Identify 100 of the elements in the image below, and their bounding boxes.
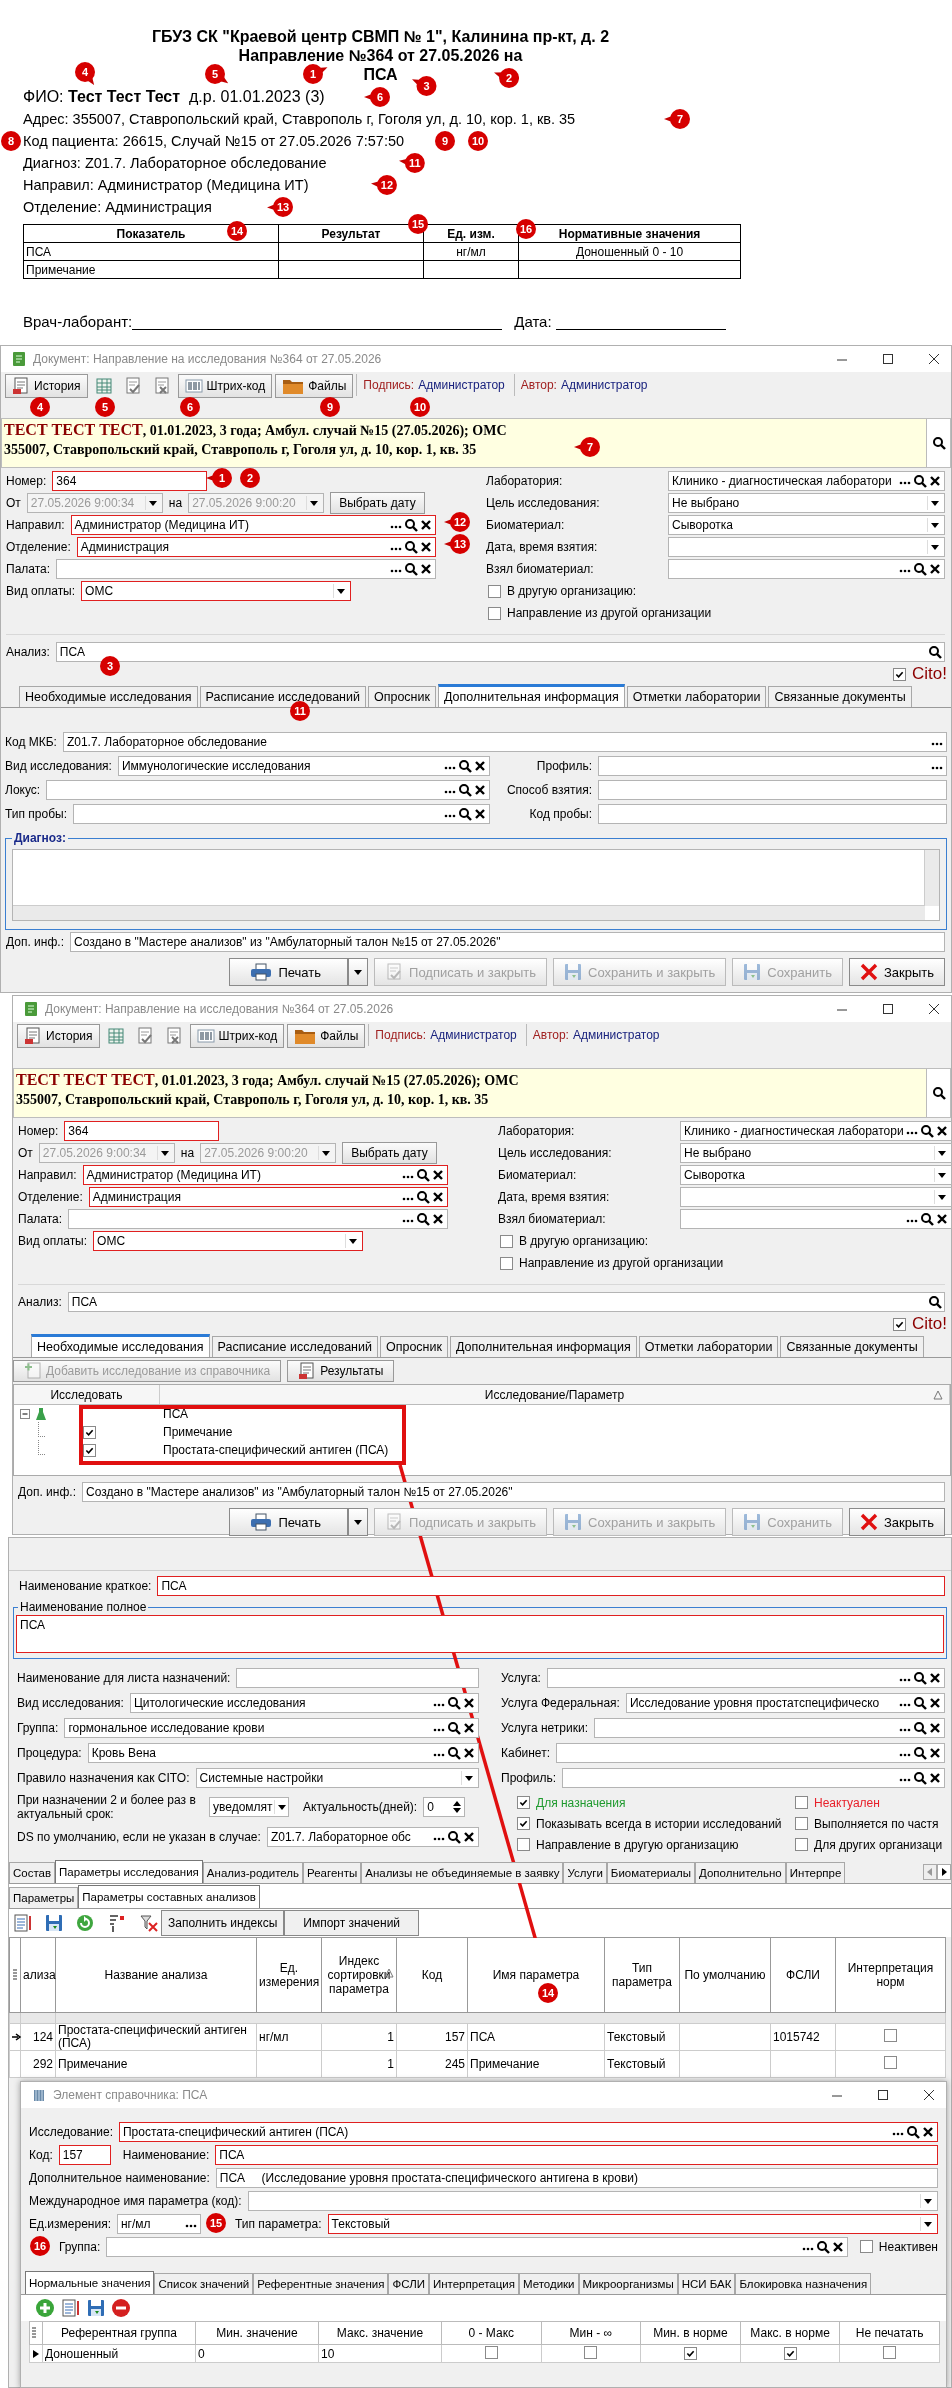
search-icon[interactable] — [416, 1212, 430, 1226]
signer-link[interactable]: Администратор — [418, 378, 505, 392]
clear-icon[interactable] — [431, 1168, 445, 1182]
tab[interactable]: Биоматериалы — [606, 1862, 695, 1883]
dropdown-arrow-icon[interactable] — [927, 518, 942, 532]
lookup-field[interactable] — [668, 559, 945, 579]
lookup-field[interactable]: Администрация — [88, 1187, 448, 1207]
scrollbar[interactable] — [924, 850, 939, 906]
results-button[interactable]: Результаты — [287, 1360, 395, 1382]
refresh-icon[interactable] — [75, 1913, 95, 1933]
search-icon[interactable] — [931, 436, 946, 450]
tab[interactable]: Расписание исследований — [211, 1336, 378, 1357]
maximize-icon[interactable] — [881, 352, 895, 366]
dropdown-field[interactable]: ОМС — [93, 1231, 364, 1251]
checkbox[interactable] — [517, 1796, 530, 1809]
checkbox[interactable] — [500, 1256, 513, 1270]
clear-icon[interactable] — [921, 2124, 935, 2139]
tab[interactable]: НСИ БАК — [677, 2273, 736, 2294]
close-button[interactable]: Закрыть — [848, 1508, 945, 1536]
tab[interactable]: Необходимые исследования — [19, 686, 198, 707]
collapse-icon[interactable] — [20, 1408, 31, 1420]
checkbox[interactable] — [783, 2346, 797, 2360]
lookup-field[interactable] — [680, 1209, 952, 1229]
column-header[interactable]: Референтная группа — [42, 2321, 196, 2345]
lookup-field[interactable] — [562, 1767, 945, 1788]
checkbox[interactable] — [795, 1796, 808, 1809]
tab[interactable]: Дополнительно — [695, 1862, 786, 1883]
tab[interactable]: Реагенты — [303, 1862, 362, 1883]
clear-icon[interactable] — [431, 1190, 445, 1204]
search-button[interactable] — [926, 1069, 950, 1117]
clear-icon[interactable] — [934, 1212, 949, 1226]
search-icon[interactable] — [913, 1770, 927, 1785]
search-icon[interactable] — [913, 1745, 927, 1760]
tab[interactable]: Анализы не объединяемые в заявку — [361, 1862, 564, 1883]
tree-item[interactable]: Простата-специфический антиген (ПСА) — [159, 1443, 389, 1457]
search-icon[interactable] — [928, 645, 942, 659]
lookup-field[interactable]: Администрация — [76, 537, 436, 557]
clear-icon[interactable] — [419, 518, 433, 532]
search-icon[interactable] — [913, 1695, 927, 1710]
checkbox[interactable] — [883, 2345, 897, 2359]
add-icon[interactable] — [35, 2298, 55, 2318]
dropdown-field[interactable]: Системные настройки — [195, 1767, 479, 1788]
clear-icon[interactable] — [928, 1770, 942, 1785]
toolbar-button[interactable]: Штрих-код — [189, 1024, 285, 1048]
dropdown-field[interactable]: Сыворотка — [668, 515, 945, 535]
print-button[interactable]: Печать — [229, 1508, 349, 1536]
clear-icon[interactable] — [419, 540, 433, 554]
clear-icon[interactable] — [473, 807, 487, 821]
text-field[interactable]: Создано в "Мастере анализов" из "Амбулаторный талон №15 от 27.05.2026" — [70, 932, 945, 952]
lookup-field[interactable]: Цитологические исследования — [129, 1692, 479, 1713]
lookup-field[interactable]: Z01.7. Лабораторное обс — [266, 1826, 479, 1847]
lookup-field[interactable] — [46, 780, 490, 800]
lookup-field[interactable]: Администратор (Медицина ИТ) — [70, 515, 436, 535]
dropdown-arrow-icon[interactable] — [273, 1800, 289, 1814]
column-header[interactable]: Индекс сортировки параметра — [321, 1937, 397, 2013]
lookup-field[interactable] — [106, 2236, 848, 2257]
checkbox[interactable] — [517, 1817, 530, 1830]
lookup-field[interactable]: гормональное исследование крови — [64, 1717, 479, 1738]
text-field[interactable]: Создано в "Мастере анализов" из "Амбулаторный талон №15 от 27.05.2026" — [82, 1482, 945, 1502]
column-header[interactable]: Код — [396, 1937, 468, 2013]
dropdown-arrow-icon[interactable] — [933, 1146, 949, 1160]
toolbar-button[interactable]: Файлы — [287, 1024, 366, 1048]
dropdown-field[interactable]: ОМС — [81, 581, 352, 601]
column-header[interactable]: Мин - ∞ — [541, 2321, 641, 2345]
text-field[interactable] — [598, 780, 947, 800]
text-field[interactable]: ПСА — [215, 2144, 938, 2165]
text-field[interactable] — [598, 804, 947, 824]
author-link[interactable]: Администратор — [560, 378, 648, 392]
dropdown-field[interactable] — [680, 1187, 952, 1207]
tab[interactable]: Дополнительная информация — [437, 684, 625, 707]
text-field[interactable]: ПСА — [157, 1576, 945, 1596]
tab[interactable]: Необходимые исследования — [31, 1334, 210, 1357]
tab[interactable]: Расписание исследований — [199, 686, 366, 707]
dropdown-arrow-icon[interactable] — [920, 2216, 935, 2231]
picker-field[interactable] — [598, 756, 947, 776]
spin-arrows-icon[interactable] — [452, 1799, 463, 1815]
search-icon[interactable] — [931, 1086, 946, 1100]
column-header[interactable]: Тип параметра — [604, 1937, 680, 2013]
dropdown-field[interactable] — [668, 537, 945, 557]
dropdown-arrow-icon[interactable] — [927, 496, 942, 510]
dropdown-field[interactable]: Текстовый — [327, 2213, 938, 2234]
column-header[interactable]: Ед. измерения — [256, 1937, 322, 2013]
tab[interactable]: Состав — [9, 1862, 56, 1883]
column-header[interactable]: Название анализа — [55, 1937, 257, 2013]
toolbar-button[interactable]: Штрих-код — [177, 374, 273, 398]
lookup-field[interactable] — [556, 1742, 945, 1763]
signer-link[interactable]: Администратор — [430, 1028, 517, 1042]
search-icon[interactable] — [458, 759, 472, 773]
lookup-field[interactable]: Исследование уровня простатспецифическо — [625, 1692, 945, 1713]
tab[interactable]: Интерпре — [785, 1862, 846, 1883]
tab[interactable]: Интерпретация — [428, 2273, 519, 2294]
toolbar-button[interactable]: Файлы — [275, 374, 354, 398]
picker-field[interactable]: нг/мл — [117, 2213, 201, 2234]
dropdown-arrow-icon[interactable] — [920, 2193, 935, 2208]
search-icon[interactable] — [919, 1212, 934, 1226]
column-header[interactable]: 0 - Макс — [441, 2321, 542, 2345]
lookup-field[interactable] — [56, 559, 436, 579]
search-icon[interactable] — [919, 1124, 934, 1138]
checkbox[interactable] — [517, 1838, 530, 1851]
tab[interactable]: Отметки лаборатории — [626, 686, 767, 707]
